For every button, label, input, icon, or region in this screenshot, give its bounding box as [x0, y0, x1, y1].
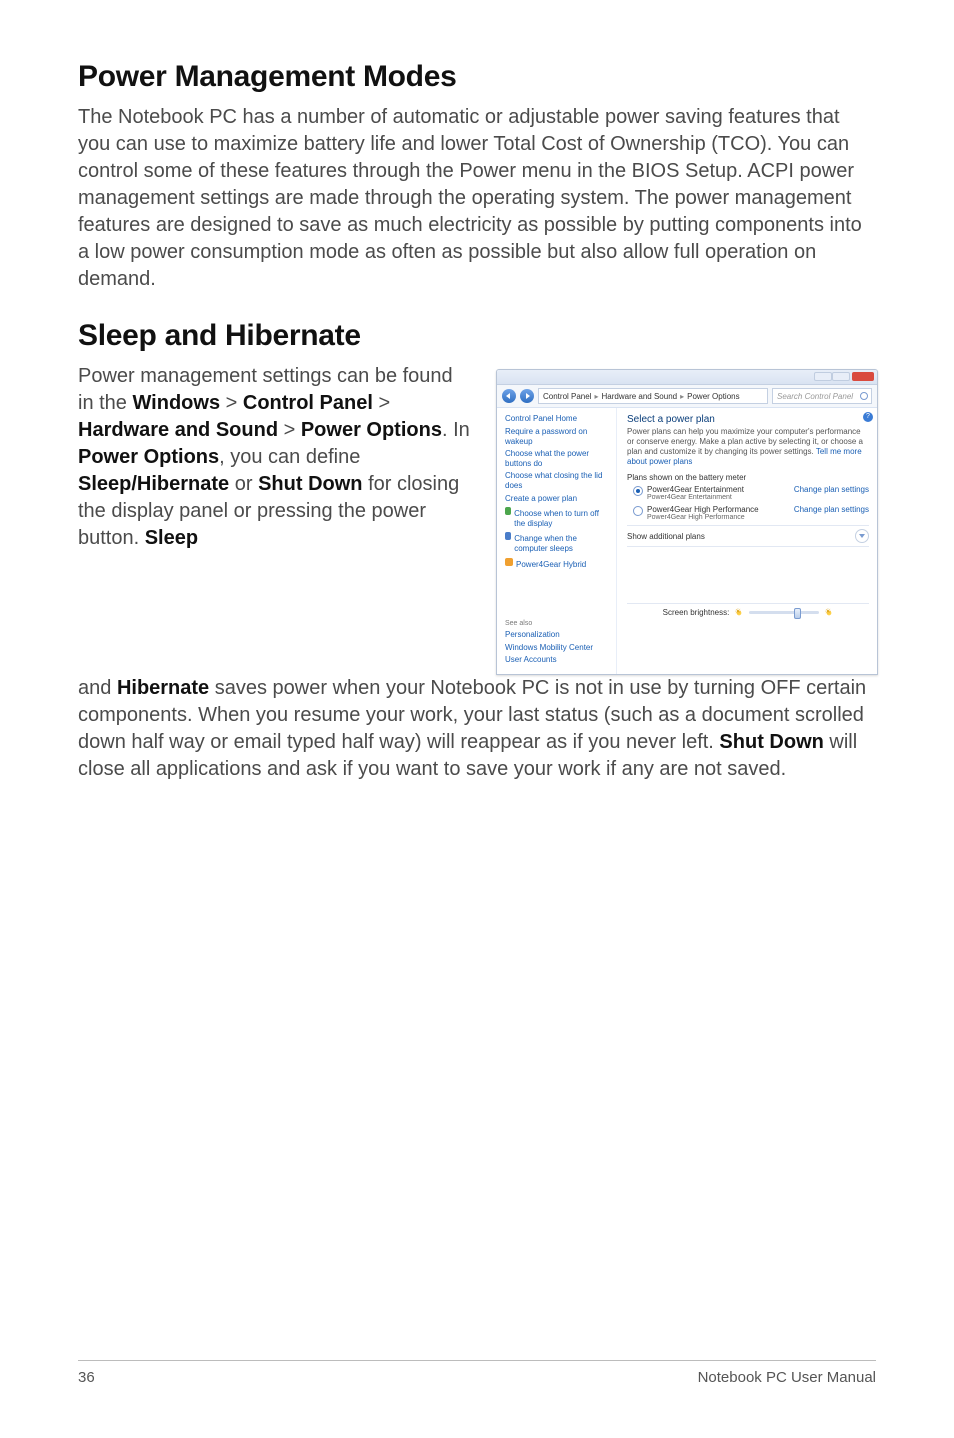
forward-icon[interactable]	[520, 389, 534, 403]
chevron-right-icon: ▸	[594, 392, 598, 401]
plan-name: Power4Gear High Performance	[647, 505, 759, 514]
bold-control-panel: Control Panel	[243, 392, 373, 414]
sleep-icon	[505, 532, 511, 540]
text: , you can define	[219, 446, 360, 468]
sidebar-link[interactable]: Require a password on wakeup	[505, 427, 610, 446]
heading-power-management: Power Management Modes	[78, 60, 876, 94]
bold-hibernate: Hibernate	[117, 677, 209, 699]
back-icon[interactable]	[502, 389, 516, 403]
paragraph-path: Power management settings can be found i…	[78, 363, 473, 552]
see-also-link[interactable]: User Accounts	[505, 655, 610, 665]
bold-shut-down: Shut Down	[258, 473, 362, 495]
bold-windows: Windows	[132, 392, 220, 414]
display-icon	[505, 507, 511, 515]
see-also-link[interactable]: Personalization	[505, 630, 610, 640]
see-also-header: See also	[505, 620, 610, 627]
footer-title: Notebook PC User Manual	[698, 1369, 876, 1386]
plan-row: Power4Gear Entertainment Power4Gear Ente…	[627, 485, 869, 501]
pane-description: Power plans can help you maximize your c…	[627, 427, 869, 467]
change-plan-settings-link[interactable]: Change plan settings	[794, 505, 869, 514]
sidebar-link[interactable]: Power4Gear Hybrid	[516, 560, 586, 570]
search-input[interactable]: Search Control Panel	[772, 388, 872, 404]
text: and	[78, 677, 117, 699]
brightness-slider[interactable]	[749, 611, 819, 614]
page-footer: 36 Notebook PC User Manual	[78, 1360, 876, 1386]
bold-sleep: Sleep	[145, 527, 198, 549]
address-bar: Control Panel ▸ Hardware and Sound ▸ Pow…	[497, 385, 877, 408]
page-number: 36	[78, 1369, 95, 1386]
chevron-down-icon	[855, 529, 869, 543]
bold-shut-down-2: Shut Down	[719, 731, 823, 753]
sidebar-link[interactable]: Change when the computer sleeps	[514, 534, 610, 553]
brightness-label: Screen brightness:	[663, 608, 730, 617]
sidebar-link[interactable]: Choose what the power buttons do	[505, 449, 610, 468]
see-also-link[interactable]: Windows Mobility Center	[505, 643, 610, 653]
text: >	[278, 419, 301, 441]
plan-name: Power4Gear Entertainment	[647, 485, 744, 494]
minimize-icon[interactable]	[814, 372, 832, 381]
bold-sleep-hibernate: Sleep/Hibernate	[78, 473, 229, 495]
power4gear-icon	[505, 558, 513, 566]
breadcrumb-item[interactable]: Power Options	[687, 392, 739, 401]
breadcrumb-item[interactable]: Control Panel	[543, 392, 591, 401]
text: . In	[442, 419, 470, 441]
plan-sub: Power4Gear Entertainment	[647, 494, 744, 501]
breadcrumb[interactable]: Control Panel ▸ Hardware and Sound ▸ Pow…	[538, 388, 768, 404]
paragraph-intro: The Notebook PC has a number of automati…	[78, 104, 876, 293]
change-plan-settings-link[interactable]: Change plan settings	[794, 485, 869, 494]
maximize-icon[interactable]	[832, 372, 850, 381]
bold-hardware-sound: Hardware and Sound	[78, 419, 278, 441]
help-icon[interactable]: ?	[863, 412, 873, 422]
radio-unselected[interactable]	[633, 506, 643, 516]
figure-power-options: Control Panel ▸ Hardware and Sound ▸ Pow…	[496, 369, 876, 675]
close-icon[interactable]	[852, 372, 874, 381]
text: >	[373, 392, 390, 414]
sun-bright-icon	[825, 609, 833, 617]
text: or	[229, 473, 258, 495]
pane-title: Select a power plan	[627, 414, 869, 425]
radio-selected[interactable]	[633, 486, 643, 496]
plan-row: Power4Gear High Performance Power4Gear H…	[627, 505, 869, 521]
sidebar-link[interactable]: Choose when to turn off the display	[514, 509, 610, 528]
bold-power-options: Power Options	[301, 419, 442, 441]
chevron-right-icon: ▸	[680, 392, 684, 401]
power-options-window: Control Panel ▸ Hardware and Sound ▸ Pow…	[496, 369, 878, 675]
show-additional-plans[interactable]: Show additional plans	[627, 525, 869, 547]
bold-power-options-2: Power Options	[78, 446, 219, 468]
plan-sub: Power4Gear High Performance	[647, 514, 759, 521]
sidebar-home[interactable]: Control Panel Home	[505, 414, 610, 423]
text: >	[220, 392, 243, 414]
sidebar: Control Panel Home Require a password on…	[497, 408, 617, 674]
text: Show additional plans	[627, 532, 705, 541]
sidebar-link[interactable]: Choose what closing the lid does	[505, 471, 610, 490]
slider-thumb[interactable]	[794, 608, 801, 619]
paragraph-after: and Hibernate saves power when your Note…	[78, 675, 876, 783]
breadcrumb-item[interactable]: Hardware and Sound	[602, 392, 678, 401]
plan-group-label: Plans shown on the battery meter	[627, 473, 869, 482]
sidebar-link[interactable]: Create a power plan	[505, 494, 610, 504]
sun-dim-icon	[735, 609, 743, 617]
heading-sleep-hibernate: Sleep and Hibernate	[78, 319, 876, 353]
main-pane: ? Select a power plan Power plans can he…	[617, 408, 877, 674]
brightness-row: Screen brightness:	[627, 603, 869, 620]
window-titlebar	[497, 370, 877, 385]
